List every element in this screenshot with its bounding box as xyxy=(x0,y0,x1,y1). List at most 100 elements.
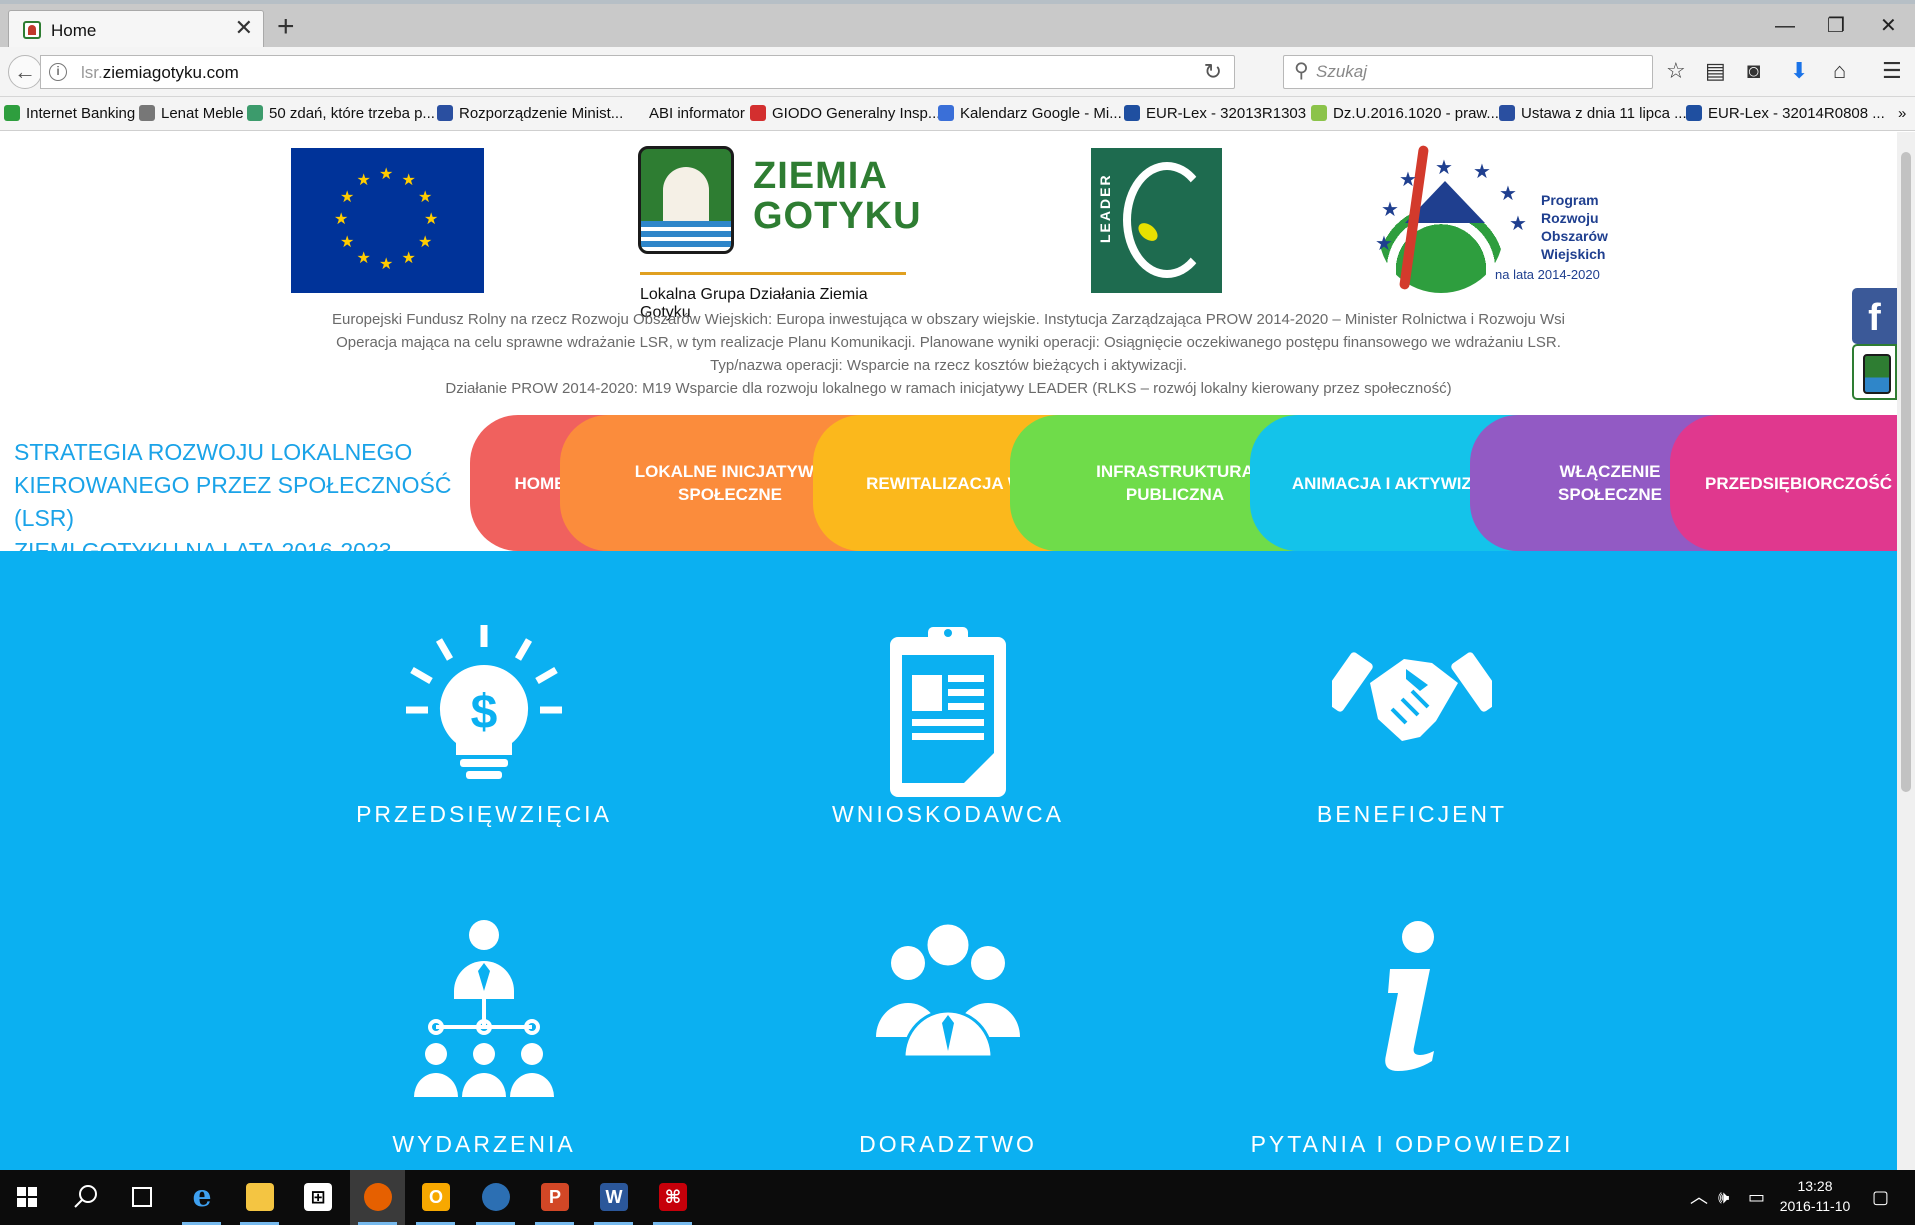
reload-icon[interactable]: ↻ xyxy=(1204,59,1222,85)
page-scrollbar[interactable] xyxy=(1897,132,1915,1170)
tile-beneficjent[interactable]: BENEFICJENT xyxy=(1232,631,1592,891)
clock[interactable]: 13:28 2016-11-10 xyxy=(1770,1176,1860,1216)
prow-star-icon: ★ xyxy=(1473,161,1491,183)
logo-underline xyxy=(640,272,906,275)
ziemia-gotyku-logo[interactable]: ZIEMIA GOTYKU Lokalna Grupa Działania Zi… xyxy=(638,146,921,321)
tile-wnioskodawca[interactable]: WNIOSKODAWCA xyxy=(768,627,1128,891)
task-view-icon xyxy=(132,1187,152,1207)
bookmark-item[interactable]: Kalendarz Google - Mi... xyxy=(938,105,1122,122)
nav-item-przedsi-biorczo-[interactable]: PRZEDSIĘBIORCZOŚĆ xyxy=(1670,415,1897,551)
bookmark-item[interactable]: ABI informator xyxy=(649,105,745,122)
tiles-section: $ PRZEDSIĘWZIĘCIA WNIOSKODAWCA BENEFICJENT W… xyxy=(0,551,1897,1170)
scrollbar-thumb[interactable] xyxy=(1901,152,1911,792)
tab-home[interactable]: Home ✕ xyxy=(8,10,264,51)
taskbar-explorer[interactable] xyxy=(232,1170,287,1225)
bookmark-item[interactable]: 50 zdań, które trzeba p... xyxy=(247,105,435,122)
window-close-icon[interactable]: ✕ xyxy=(1880,14,1897,38)
prow-star-icon: ★ xyxy=(1499,183,1517,205)
search-input[interactable] xyxy=(1316,62,1636,82)
prow-star-icon: ★ xyxy=(1509,213,1527,235)
download-icon[interactable]: ⬇ xyxy=(1790,57,1808,85)
browser-tab-bar: Home ✕ + — ❐ ✕ xyxy=(0,0,1915,51)
search-button[interactable] xyxy=(58,1170,113,1225)
address-bar[interactable]: i lsr.ziemiagotyku.com ↻ xyxy=(40,55,1235,89)
network-icon[interactable]: ▭ xyxy=(1748,1185,1765,1209)
task-view-button[interactable] xyxy=(115,1170,170,1225)
tile-wydarzenia[interactable]: WYDARZENIA xyxy=(304,920,664,1170)
ziemia-gotyku-side-icon[interactable] xyxy=(1852,344,1897,400)
eu-star-icon: ★ xyxy=(417,188,433,206)
main-menu: HOME LOKALNE INICJATYWY SPOŁECZNE REWITALI… xyxy=(470,415,1897,551)
taskbar-powerpoint[interactable]: P xyxy=(527,1170,582,1225)
edge-icon: e xyxy=(192,1179,212,1214)
bookmark-item[interactable]: Ustawa z dnia 11 lipca ... xyxy=(1499,105,1687,122)
prow-star-icon: ★ xyxy=(1399,169,1417,191)
search-box[interactable]: ⚲ xyxy=(1283,55,1653,89)
bookmark-favicon-icon xyxy=(750,105,766,121)
bookmark-favicon-icon xyxy=(1686,105,1702,121)
info-icon[interactable]: i xyxy=(49,63,67,81)
tray-chevron-icon[interactable]: ︿ xyxy=(1690,1185,1708,1209)
tab-title: Home xyxy=(51,21,97,40)
tile-przedsi-wzi-cia[interactable]: $ PRZEDSIĘWZIĘCIA xyxy=(304,625,664,891)
taskbar-firefox[interactable] xyxy=(350,1170,405,1225)
prow-logo: ★ ★ ★ ★ ★ ★ ★ Program Rozwoju Obszarów W… xyxy=(1369,137,1609,295)
tile-label: PRZEDSIĘWZIĘCIA xyxy=(356,801,612,827)
tab-close-icon[interactable]: ✕ xyxy=(235,16,253,40)
notifications-icon[interactable]: ▢ xyxy=(1872,1185,1889,1209)
tile-doradztwo[interactable]: DORADZTWO xyxy=(768,921,1128,1170)
tile-label: PYTANIA I ODPOWIEDZI xyxy=(1250,1131,1574,1157)
folder-icon xyxy=(246,1183,274,1211)
bookmarks-overflow-icon[interactable]: » xyxy=(1898,105,1906,122)
restore-icon[interactable]: ❐ xyxy=(1827,14,1845,38)
eu-star-icon: ★ xyxy=(340,188,355,206)
pocket-icon[interactable]: ◙ xyxy=(1747,57,1760,85)
info-icon xyxy=(1385,921,1434,1071)
eu-star-icon: ★ xyxy=(379,166,394,183)
word-icon: W xyxy=(600,1183,628,1211)
taskbar-outlook[interactable]: O xyxy=(408,1170,463,1225)
home-icon[interactable]: ⌂ xyxy=(1833,57,1846,85)
bookmark-favicon-icon xyxy=(247,105,263,121)
reading-list-icon[interactable]: ▤ xyxy=(1705,57,1726,85)
back-button[interactable]: ← xyxy=(8,55,42,89)
volume-icon[interactable]: 🕪 xyxy=(1718,1185,1729,1209)
bookmarks-bar: Internet Banking Lenat Meble 50 zdań, któr… xyxy=(0,97,1915,131)
facebook-icon[interactable]: f xyxy=(1852,288,1897,344)
taskbar-word[interactable]: W xyxy=(586,1170,641,1225)
bookmark-item[interactable]: Lenat Meble xyxy=(139,105,244,122)
bookmark-item[interactable]: Internet Banking xyxy=(4,105,135,122)
start-button[interactable] xyxy=(0,1170,55,1225)
eu-flag-logo: ★ ★ ★ ★ ★ ★ ★ ★ ★ ★ ★ ★ xyxy=(291,148,484,293)
windows-logo-icon xyxy=(17,1187,37,1207)
outlook-icon: O xyxy=(422,1183,450,1211)
bookmark-item[interactable]: Dz.U.2016.1020 - praw... xyxy=(1311,105,1499,122)
taskbar-app[interactable] xyxy=(468,1170,523,1225)
bookmark-item[interactable]: Rozporządzenie Minist... xyxy=(437,105,623,122)
site-title[interactable]: STRATEGIA ROZWOJU LOKALNEGO KIEROWANEGO … xyxy=(14,436,484,568)
bookmark-item[interactable]: GIODO Generalny Insp... xyxy=(750,105,940,122)
powerpoint-icon: P xyxy=(541,1183,569,1211)
minimize-icon[interactable]: — xyxy=(1775,14,1795,38)
eu-star-icon: ★ xyxy=(401,249,416,267)
menu-icon[interactable]: ☰ xyxy=(1882,57,1902,85)
bookmark-item[interactable]: EUR-Lex - 32014R0808 ... xyxy=(1686,105,1885,122)
taskbar-pdf[interactable]: ⌘ xyxy=(645,1170,700,1225)
eu-star-icon: ★ xyxy=(424,211,439,228)
tile-pytania-i-odpowiedzi[interactable]: PYTANIA I ODPOWIEDZI xyxy=(1232,921,1592,1170)
taskbar-edge[interactable]: e xyxy=(174,1170,229,1225)
url-text[interactable]: lsr.ziemiagotyku.com xyxy=(81,63,239,83)
new-tab-button[interactable]: + xyxy=(277,12,295,42)
bookmark-star-icon[interactable]: ☆ xyxy=(1666,57,1686,85)
taskbar-store[interactable]: ⊞ xyxy=(290,1170,345,1225)
tile-label: WNIOSKODAWCA xyxy=(832,801,1064,827)
bookmark-favicon-icon xyxy=(1499,105,1515,121)
eu-star-icon: ★ xyxy=(379,256,394,273)
windows-taskbar: e ⊞ O P W ⌘ ︿ 🕪 ▭ 13:28 2016-11-10 ▢ xyxy=(0,1170,1915,1225)
taskbar-search-icon xyxy=(74,1185,97,1208)
bookmark-favicon-icon xyxy=(1124,105,1140,121)
tile-label: BENEFICJENT xyxy=(1316,801,1508,827)
eu-star-icon: ★ xyxy=(340,233,355,251)
bookmark-item[interactable]: EUR-Lex - 32013R1303 ... xyxy=(1124,105,1323,122)
web-page: ★ ★ ★ ★ ★ ★ ★ ★ ★ ★ ★ ★ ZIEMIA GOTYKU Lokalna Grupa… xyxy=(0,132,1897,1170)
